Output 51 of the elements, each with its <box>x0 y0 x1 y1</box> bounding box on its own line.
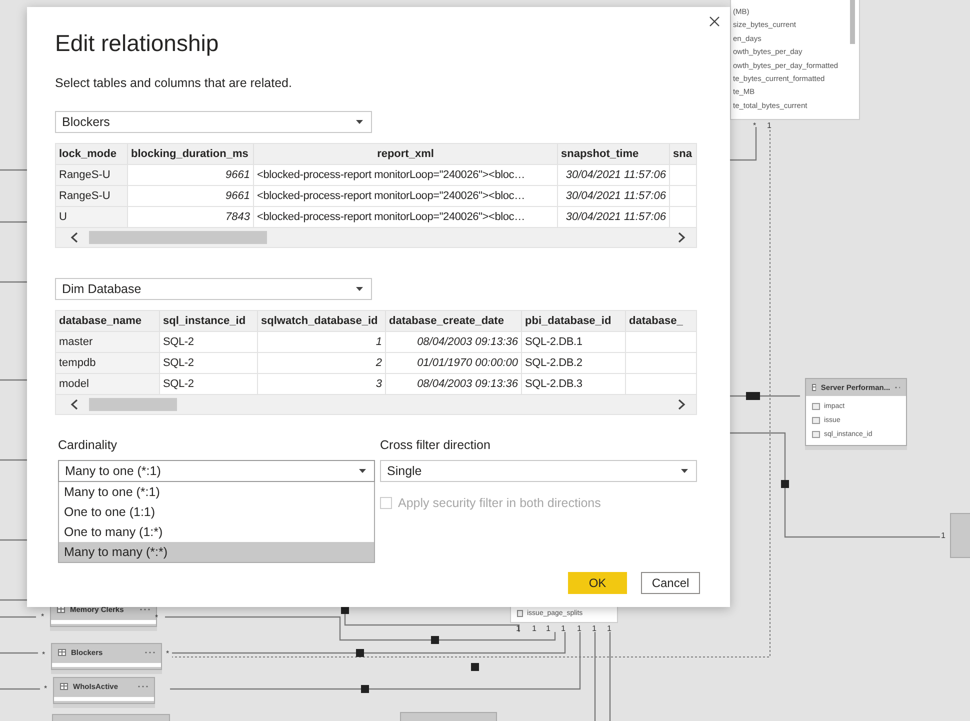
column-header: sna <box>670 144 696 164</box>
dialog-subtitle: Select tables and columns that are related. <box>55 75 293 91</box>
table-cell: U <box>56 206 128 227</box>
column-header: report_xml <box>254 144 558 164</box>
cardinality-label: Cardinality <box>58 437 118 453</box>
column-header: database_name <box>56 311 160 331</box>
cardinality-label: * <box>42 650 46 660</box>
column-header: sql_instance_id <box>160 311 258 331</box>
table-cell: <blocked-process-report monitorLoop="240026"><bloc… <box>254 164 558 185</box>
cardinality-label: 1 <box>592 624 596 634</box>
table-cell: RangeS-U <box>56 185 128 206</box>
cardinality-label: * <box>44 684 48 694</box>
table-cell: 1 <box>258 331 386 352</box>
table-cell: 30/04/2021 11:57:06 <box>558 185 670 206</box>
cardinality-label: * <box>41 612 44 622</box>
table-cell: master <box>56 331 160 352</box>
cardinality-label: * <box>166 649 170 659</box>
table-cell: 9661 <box>128 164 254 185</box>
column-header: snapshot_time <box>558 144 670 164</box>
dialog-title: Edit relationship <box>55 29 220 57</box>
table-cell: 01/01/1970 00:00:00 <box>386 352 522 373</box>
table-cell: <blocked-process-report monitorLoop="240026"><bloc… <box>254 185 558 206</box>
column-header: database_ <box>626 311 696 331</box>
cardinality-label: 1 <box>546 624 550 634</box>
table-cell: 2 <box>258 352 386 373</box>
table-cell: SQL-2 <box>160 331 258 352</box>
cross-filter-label: Cross filter direction <box>380 437 492 453</box>
table-cell: SQL-2.DB.1 <box>522 331 626 352</box>
cardinality-label: 1 <box>767 121 772 131</box>
table-cell: SQL-2 <box>160 352 258 373</box>
table-cell: SQL-2.DB.2 <box>522 352 626 373</box>
column-header: database_create_date <box>386 311 522 331</box>
cardinality-label: 1 <box>941 531 946 541</box>
table-cell: model <box>56 373 160 394</box>
cardinality-label: 1 <box>607 624 612 634</box>
cardinality-label: * <box>753 121 756 131</box>
table-cell: tempdb <box>56 352 160 373</box>
table-cell: 30/04/2021 11:57:06 <box>558 164 670 185</box>
table-cell: 9661 <box>128 185 254 206</box>
checkbox-label: Apply security filter in both directions <box>398 496 601 510</box>
column-header: pbi_database_id <box>522 311 626 331</box>
column-header: sqlwatch_database_id <box>258 311 386 331</box>
table-cell: 08/04/2003 09:13:36 <box>386 331 522 352</box>
table-cell: RangeS-U <box>56 164 128 185</box>
cardinality-label: 1 <box>516 624 520 634</box>
cardinality-label: 1 <box>532 624 536 634</box>
column-header: lock_mode <box>56 144 128 164</box>
cardinality-label: 1 <box>577 624 582 634</box>
cardinality-label: * <box>155 613 158 623</box>
cardinality-label: 1 <box>561 624 566 634</box>
column-header: blocking_duration_ms <box>128 144 254 164</box>
